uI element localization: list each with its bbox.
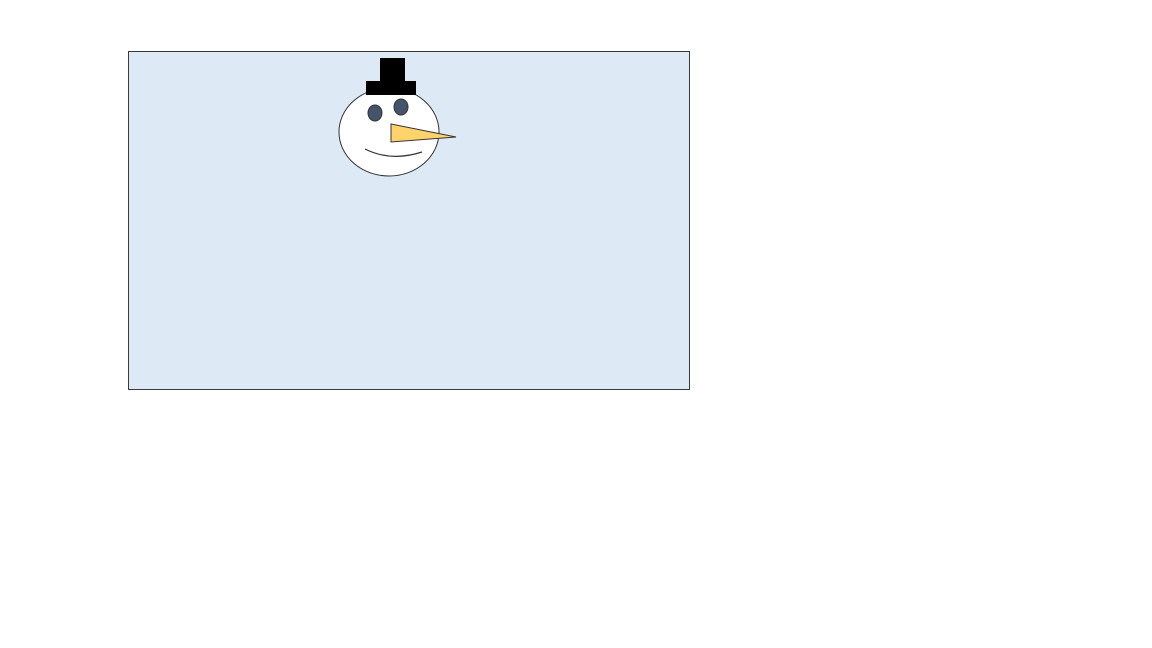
left-eye[interactable] bbox=[367, 104, 383, 122]
drawing-area bbox=[0, 0, 1152, 648]
right-eye[interactable] bbox=[393, 98, 409, 116]
hat-crown bbox=[380, 58, 405, 82]
canvas[interactable] bbox=[128, 51, 690, 390]
hat-brim bbox=[366, 81, 416, 95]
snowman-scene bbox=[129, 52, 689, 389]
